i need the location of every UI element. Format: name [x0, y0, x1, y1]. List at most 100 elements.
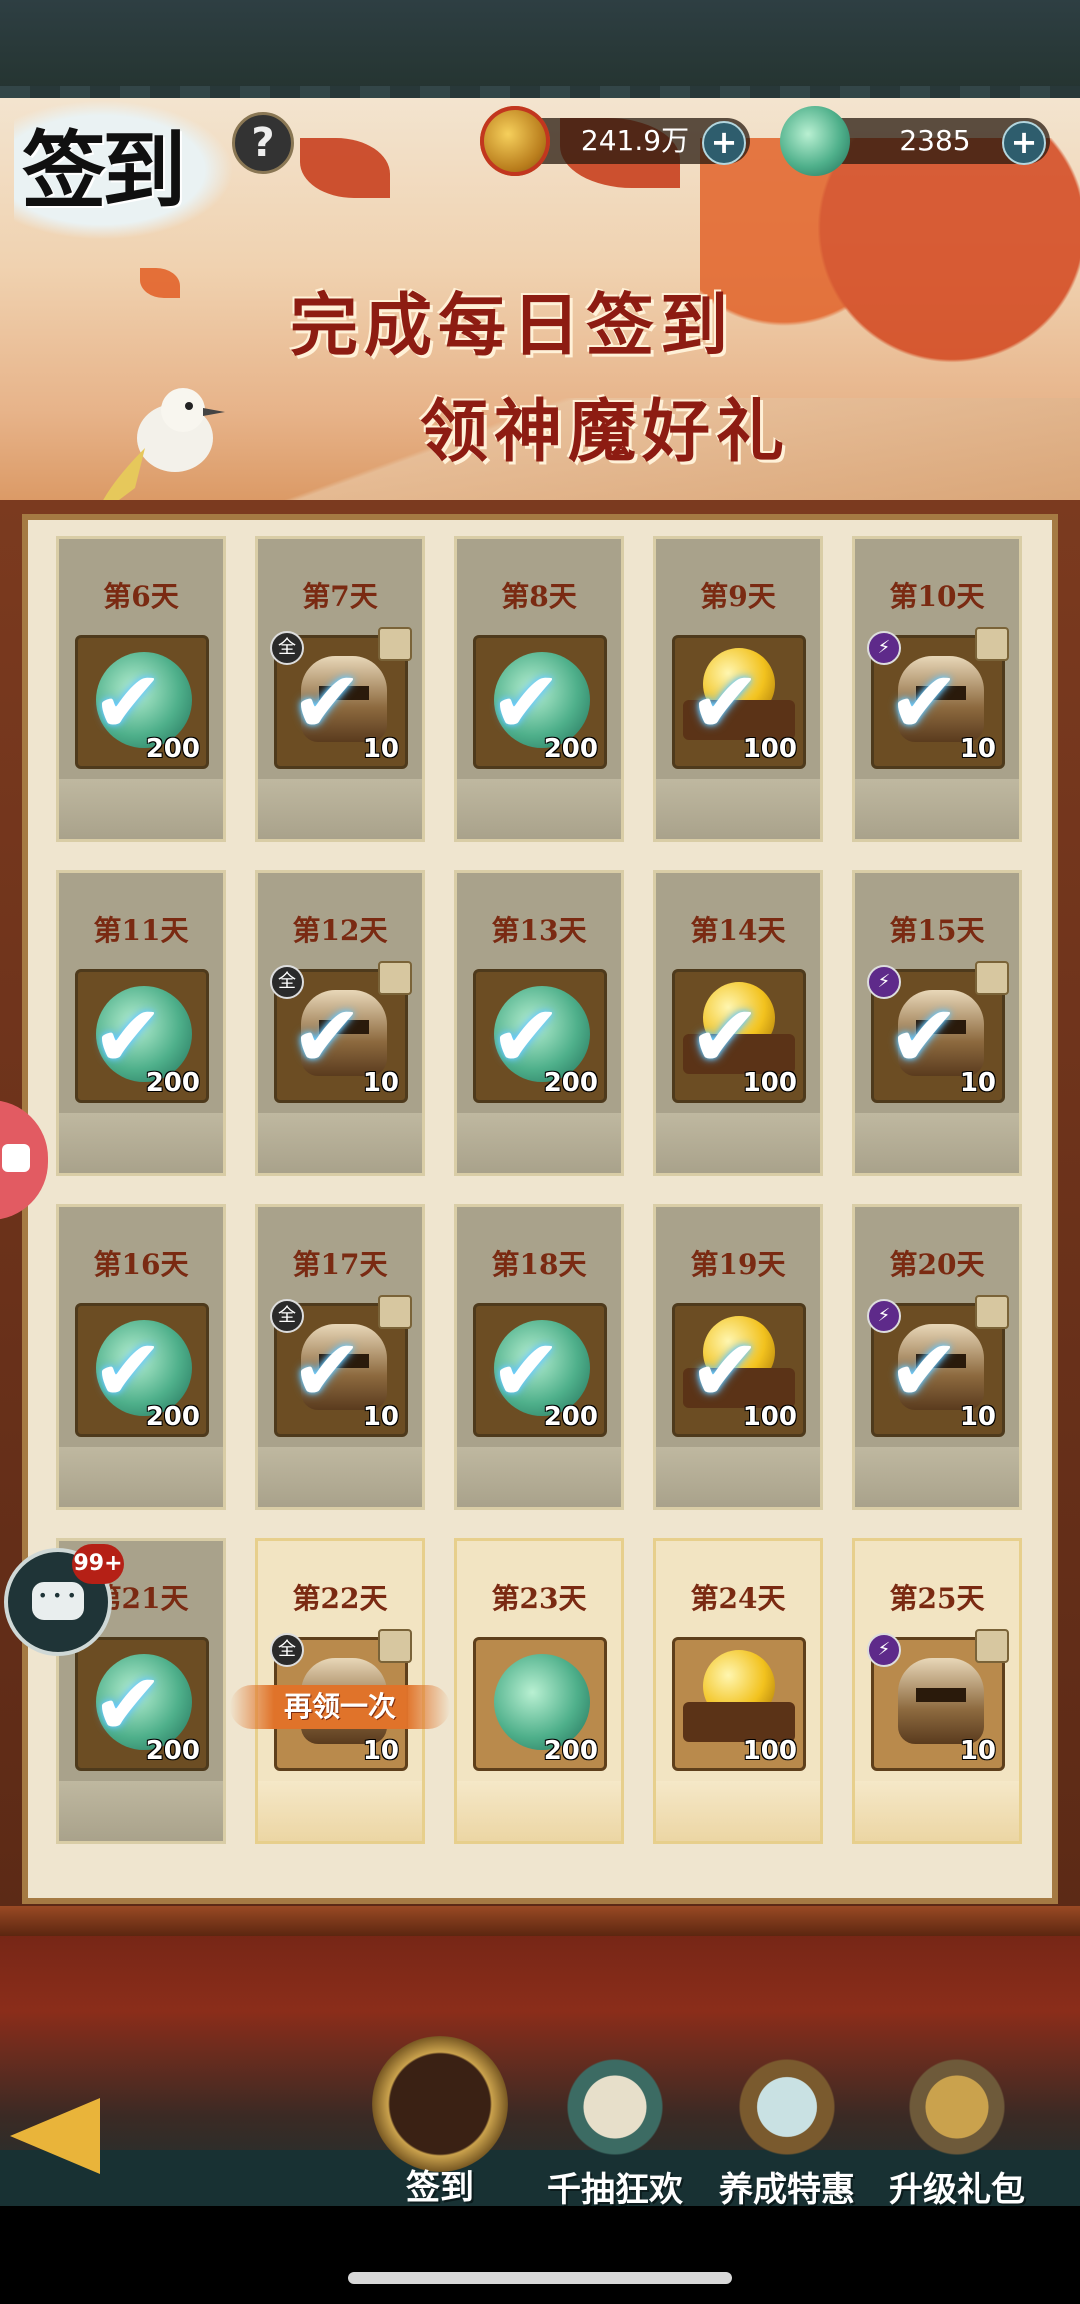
- card-footer: [258, 1447, 422, 1507]
- jade-icon: [780, 106, 850, 176]
- element-tag-icon: 全: [270, 631, 304, 665]
- chat-count-badge: 99+: [72, 1544, 124, 1584]
- reward-quantity: 10: [959, 1736, 996, 1766]
- day-label: 第13天: [491, 914, 587, 947]
- reward-slot: 100 ✔: [672, 1303, 806, 1437]
- checkmark-icon: ✔: [888, 1321, 961, 1421]
- day-card[interactable]: 第15天 10 ✔ ⚡: [852, 870, 1022, 1176]
- element-tag-icon: ⚡: [867, 1299, 901, 1333]
- card-footer: [855, 779, 1019, 839]
- reward-quantity: 100: [742, 1736, 797, 1766]
- reward-slot: 200 ✔: [75, 1303, 209, 1437]
- home-indicator[interactable]: [348, 2272, 732, 2284]
- golden-orb-icon: [683, 1650, 795, 1742]
- checkmark-icon: ✔: [92, 653, 165, 753]
- day-card[interactable]: 第25天 10 ⚡: [852, 1538, 1022, 1844]
- card-footer: [656, 1781, 820, 1841]
- puzzle-piece-icon: [378, 1629, 412, 1663]
- day-label: 第25天: [889, 1582, 985, 1615]
- day-card[interactable]: 第9天 100 ✔: [653, 536, 823, 842]
- reward-slot: 200 ✔: [75, 635, 209, 769]
- card-footer: [457, 779, 621, 839]
- reward-quantity: 10: [959, 734, 996, 764]
- page-title: 签到: [22, 121, 186, 220]
- maple-leaf: [140, 268, 180, 298]
- checkmark-icon: ✔: [291, 987, 364, 1087]
- reward-slot: 100 ✔: [672, 635, 806, 769]
- puzzle-piece-icon: [975, 1629, 1009, 1663]
- day-card[interactable]: 第22天 10 全再领一次: [230, 1538, 450, 1844]
- element-tag-icon: ⚡: [867, 631, 901, 665]
- card-footer: [457, 1113, 621, 1173]
- element-tag-icon: ⚡: [867, 1633, 901, 1667]
- reward-slot: 200 ✔: [473, 635, 607, 769]
- tab-label: 升级礼包: [889, 2170, 1025, 2210]
- checkmark-icon: ✔: [490, 1321, 563, 1421]
- white-bird-icon: [95, 388, 225, 518]
- card-footer: [656, 1113, 820, 1173]
- jade-currency: 2385 +: [780, 106, 1050, 176]
- element-tag-icon: ⚡: [867, 965, 901, 999]
- day-card[interactable]: 第12天 10 ✔ 全: [255, 870, 425, 1176]
- card-footer: [258, 1781, 422, 1841]
- card-footer: [59, 1781, 223, 1841]
- card-footer: [855, 1781, 1019, 1841]
- day-card[interactable]: 第19天 100 ✔: [653, 1204, 823, 1510]
- help-button[interactable]: ?: [232, 112, 294, 174]
- back-arrow-icon[interactable]: [10, 2098, 100, 2174]
- day-card[interactable]: 第6天 200 ✔: [56, 536, 226, 842]
- day-label: 第22天: [292, 1582, 388, 1615]
- day-card[interactable]: 第13天 200 ✔: [454, 870, 624, 1176]
- maple-leaf: [300, 138, 390, 198]
- day-label: 第8天: [501, 580, 577, 613]
- day-card[interactable]: 第10天 10 ✔ ⚡: [852, 536, 1022, 842]
- card-footer: [258, 1113, 422, 1173]
- add-coin-button[interactable]: +: [702, 121, 746, 165]
- day-card[interactable]: 第20天 10 ✔ ⚡: [852, 1204, 1022, 1510]
- signin-icon: [372, 2036, 508, 2172]
- card-footer: [855, 1113, 1019, 1173]
- card-footer: [855, 1447, 1019, 1507]
- puzzle-piece-icon: [378, 1295, 412, 1329]
- reward-quantity: 200: [543, 1736, 598, 1766]
- day-label: 第19天: [690, 1248, 786, 1281]
- day-label: 第10天: [889, 580, 985, 613]
- day-card[interactable]: 第16天 200 ✔: [56, 1204, 226, 1510]
- puzzle-piece-icon: [975, 627, 1009, 661]
- reward-quantity: 10: [959, 1068, 996, 1098]
- checkmark-icon: ✔: [689, 653, 762, 753]
- reward-slot: 200 ✔: [473, 969, 607, 1103]
- banner-headline-1: 完成每日签到: [290, 286, 735, 366]
- day-card[interactable]: 第18天 200 ✔: [454, 1204, 624, 1510]
- add-jade-button[interactable]: +: [1002, 121, 1046, 165]
- treasure-chest-icon: [732, 2052, 842, 2162]
- card-footer: [59, 1447, 223, 1507]
- checkmark-icon: ✔: [888, 987, 961, 1087]
- reward-slot: 200: [473, 1637, 607, 1771]
- puzzle-piece-icon: [378, 627, 412, 661]
- bottom-safe-area: [0, 2206, 1080, 2304]
- checkmark-icon: ✔: [490, 653, 563, 753]
- reclaim-button[interactable]: 再领一次: [230, 1685, 450, 1729]
- status-bar: [0, 0, 1080, 98]
- day-card[interactable]: 第8天 200 ✔: [454, 536, 624, 842]
- reward-quantity: 10: [362, 734, 399, 764]
- day-card[interactable]: 第17天 10 ✔ 全: [255, 1204, 425, 1510]
- day-card[interactable]: 第24天 100: [653, 1538, 823, 1844]
- card-footer: [457, 1781, 621, 1841]
- coin-amount: 241.9万: [580, 124, 690, 157]
- day-label: 第20天: [889, 1248, 985, 1281]
- checkmark-icon: ✔: [689, 987, 762, 1087]
- day-card[interactable]: 第11天 200 ✔: [56, 870, 226, 1176]
- day-label: 第12天: [292, 914, 388, 947]
- reward-quantity: 10: [362, 1736, 399, 1766]
- day-card[interactable]: 第23天 200: [454, 1538, 624, 1844]
- card-footer: [656, 1447, 820, 1507]
- day-card[interactable]: 第14天 100 ✔: [653, 870, 823, 1176]
- day-card[interactable]: 第7天 10 ✔ 全: [255, 536, 425, 842]
- reward-quantity: 10: [362, 1068, 399, 1098]
- element-tag-icon: 全: [270, 1633, 304, 1667]
- reward-quantity: 10: [959, 1402, 996, 1432]
- day-label: 第23天: [491, 1582, 587, 1615]
- coin-currency: 241.9万 +: [480, 106, 750, 176]
